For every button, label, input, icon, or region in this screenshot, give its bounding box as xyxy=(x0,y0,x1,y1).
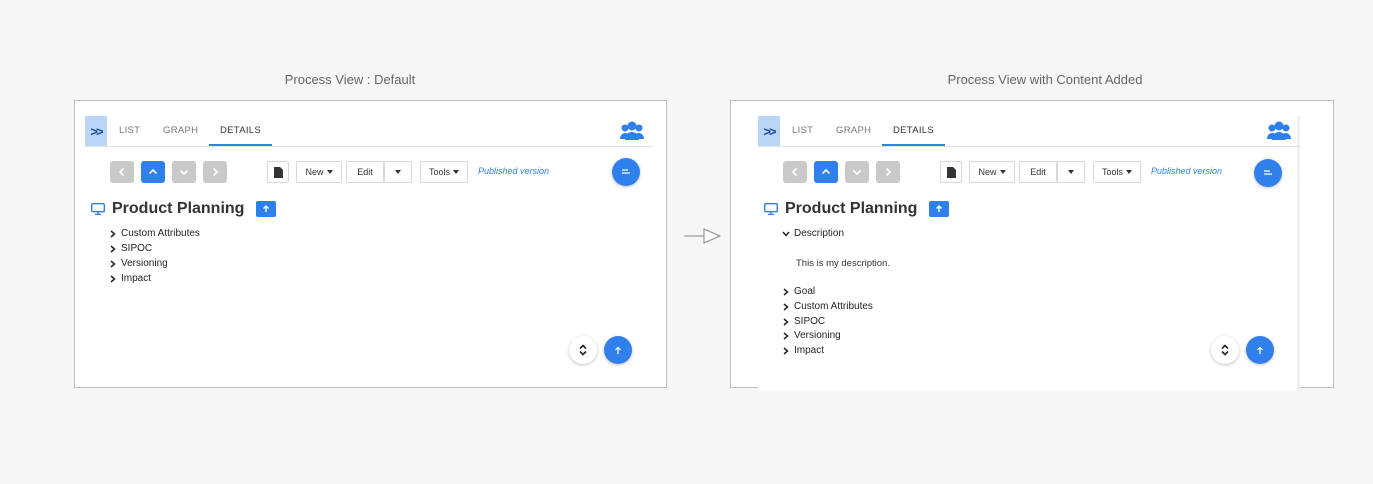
tab-list[interactable]: LIST xyxy=(119,116,140,146)
section-goal[interactable]: Goal xyxy=(782,286,815,297)
section-label: Goal xyxy=(794,286,816,297)
section-versioning[interactable]: Versioning xyxy=(782,330,841,341)
left-caption: Process View : Default xyxy=(284,72,416,87)
add-button[interactable] xyxy=(929,201,950,217)
section-sipoc[interactable]: SIPOC xyxy=(782,316,825,327)
left-frame: >> LIST GRAPH DETAILS New Edit Tools Pub… xyxy=(74,100,667,388)
section-label: SIPOC xyxy=(121,243,153,254)
section-description[interactable]: Description xyxy=(782,228,844,239)
expand-icon[interactable]: >> xyxy=(85,116,107,146)
chevron-down-icon xyxy=(782,231,790,237)
chevron-icon xyxy=(110,229,116,238)
sort-button[interactable] xyxy=(1211,336,1239,364)
monitor-icon xyxy=(91,203,105,215)
chevron-icon xyxy=(783,317,789,326)
published-version-link[interactable]: Published version xyxy=(478,166,549,176)
swap-icon xyxy=(622,169,630,174)
left-app: >> LIST GRAPH DETAILS New Edit Tools Pub… xyxy=(85,116,653,374)
edit-label: Edit xyxy=(357,167,373,177)
sort-icon xyxy=(1221,344,1229,356)
new-label: New xyxy=(978,167,997,177)
chevron-icon xyxy=(110,259,116,268)
section-impact[interactable]: Impact xyxy=(109,273,151,284)
users-icon[interactable] xyxy=(1266,118,1292,144)
new-button[interactable]: New xyxy=(969,161,1015,183)
monitor-icon xyxy=(764,203,778,215)
swap-icon xyxy=(1264,170,1272,175)
title-row: Product Planning xyxy=(764,199,950,219)
section-label: Description xyxy=(794,228,845,239)
nav-down-button[interactable] xyxy=(845,161,869,183)
edit-dropdown[interactable] xyxy=(384,161,412,183)
document-icon[interactable] xyxy=(940,161,962,183)
right-app: >> LIST GRAPH DETAILS New Edit Tools Pub… xyxy=(758,116,1300,391)
section-label: SIPOC xyxy=(794,316,826,327)
tab-list[interactable]: LIST xyxy=(792,116,813,146)
published-version-link[interactable]: Published version xyxy=(1151,166,1222,176)
sort-icon xyxy=(579,344,587,356)
nav-left-button[interactable] xyxy=(110,161,134,183)
edit-dropdown[interactable] xyxy=(1057,161,1085,183)
swap-button[interactable] xyxy=(1254,159,1282,187)
swap-button[interactable] xyxy=(612,158,640,186)
users-icon[interactable] xyxy=(619,118,645,144)
section-label: Impact xyxy=(794,345,825,356)
chevron-icon xyxy=(783,331,789,340)
edit-button[interactable]: Edit xyxy=(1019,161,1057,183)
nav-right-button[interactable] xyxy=(203,161,227,183)
section-label: Custom Attributes xyxy=(794,301,873,312)
tools-label: Tools xyxy=(428,167,450,177)
nav-left-button[interactable] xyxy=(783,161,807,183)
tab-details[interactable]: DETAILS xyxy=(209,116,272,146)
expand-icon[interactable]: >> xyxy=(758,116,780,146)
edit-label: Edit xyxy=(1030,167,1046,177)
nav-up-button[interactable] xyxy=(141,161,165,183)
chevron-icon xyxy=(783,346,789,355)
arrow-up-icon xyxy=(263,205,270,212)
nav-up-button[interactable] xyxy=(814,161,838,183)
section-label: Versioning xyxy=(121,258,168,269)
tab-details[interactable]: DETAILS xyxy=(882,116,945,146)
scrollbar[interactable] xyxy=(1297,116,1300,391)
page-title: Product Planning xyxy=(785,200,918,217)
title-row: Product Planning xyxy=(91,199,277,219)
nav-down-button[interactable] xyxy=(172,161,196,183)
arrow-up-icon xyxy=(936,205,943,212)
new-label: New xyxy=(305,167,324,177)
tools-label: Tools xyxy=(1101,167,1123,177)
section-versioning[interactable]: Versioning xyxy=(109,258,168,269)
add-button[interactable] xyxy=(256,201,277,217)
page-title: Product Planning xyxy=(112,200,245,217)
scroll-top-button[interactable] xyxy=(604,336,632,364)
right-tabbar: >> LIST GRAPH DETAILS xyxy=(758,116,1300,147)
chevron-icon xyxy=(110,274,116,283)
chevron-icon xyxy=(783,302,789,311)
section-label: Custom Attributes xyxy=(121,228,200,239)
sort-button[interactable] xyxy=(569,336,597,364)
new-button[interactable]: New xyxy=(296,161,342,183)
tab-graph[interactable]: GRAPH xyxy=(163,116,198,146)
nav-right-button[interactable] xyxy=(876,161,900,183)
document-icon[interactable] xyxy=(267,161,289,183)
edit-button[interactable]: Edit xyxy=(346,161,384,183)
section-custom-attributes[interactable]: Custom Attributes xyxy=(109,228,200,239)
left-tabbar: >> LIST GRAPH DETAILS xyxy=(85,116,653,147)
scroll-top-button[interactable] xyxy=(1246,336,1274,364)
right-arrow-icon xyxy=(684,228,722,244)
chevron-icon xyxy=(783,287,789,296)
tab-graph[interactable]: GRAPH xyxy=(836,116,871,146)
description-text: This is my description. xyxy=(796,258,890,269)
right-caption: Process View with Content Added xyxy=(947,72,1143,87)
chevron-icon xyxy=(110,244,116,253)
tools-button[interactable]: Tools xyxy=(420,161,468,183)
section-label: Versioning xyxy=(794,330,841,341)
section-custom-attributes[interactable]: Custom Attributes xyxy=(782,301,873,312)
arrow-up-icon xyxy=(1257,346,1263,354)
section-impact[interactable]: Impact xyxy=(782,345,824,356)
right-frame: >> LIST GRAPH DETAILS New Edit Tools Pub… xyxy=(730,100,1334,391)
section-sipoc[interactable]: SIPOC xyxy=(109,243,152,254)
arrow-up-icon xyxy=(615,346,621,354)
section-label: Impact xyxy=(121,273,152,284)
tools-button[interactable]: Tools xyxy=(1093,161,1141,183)
